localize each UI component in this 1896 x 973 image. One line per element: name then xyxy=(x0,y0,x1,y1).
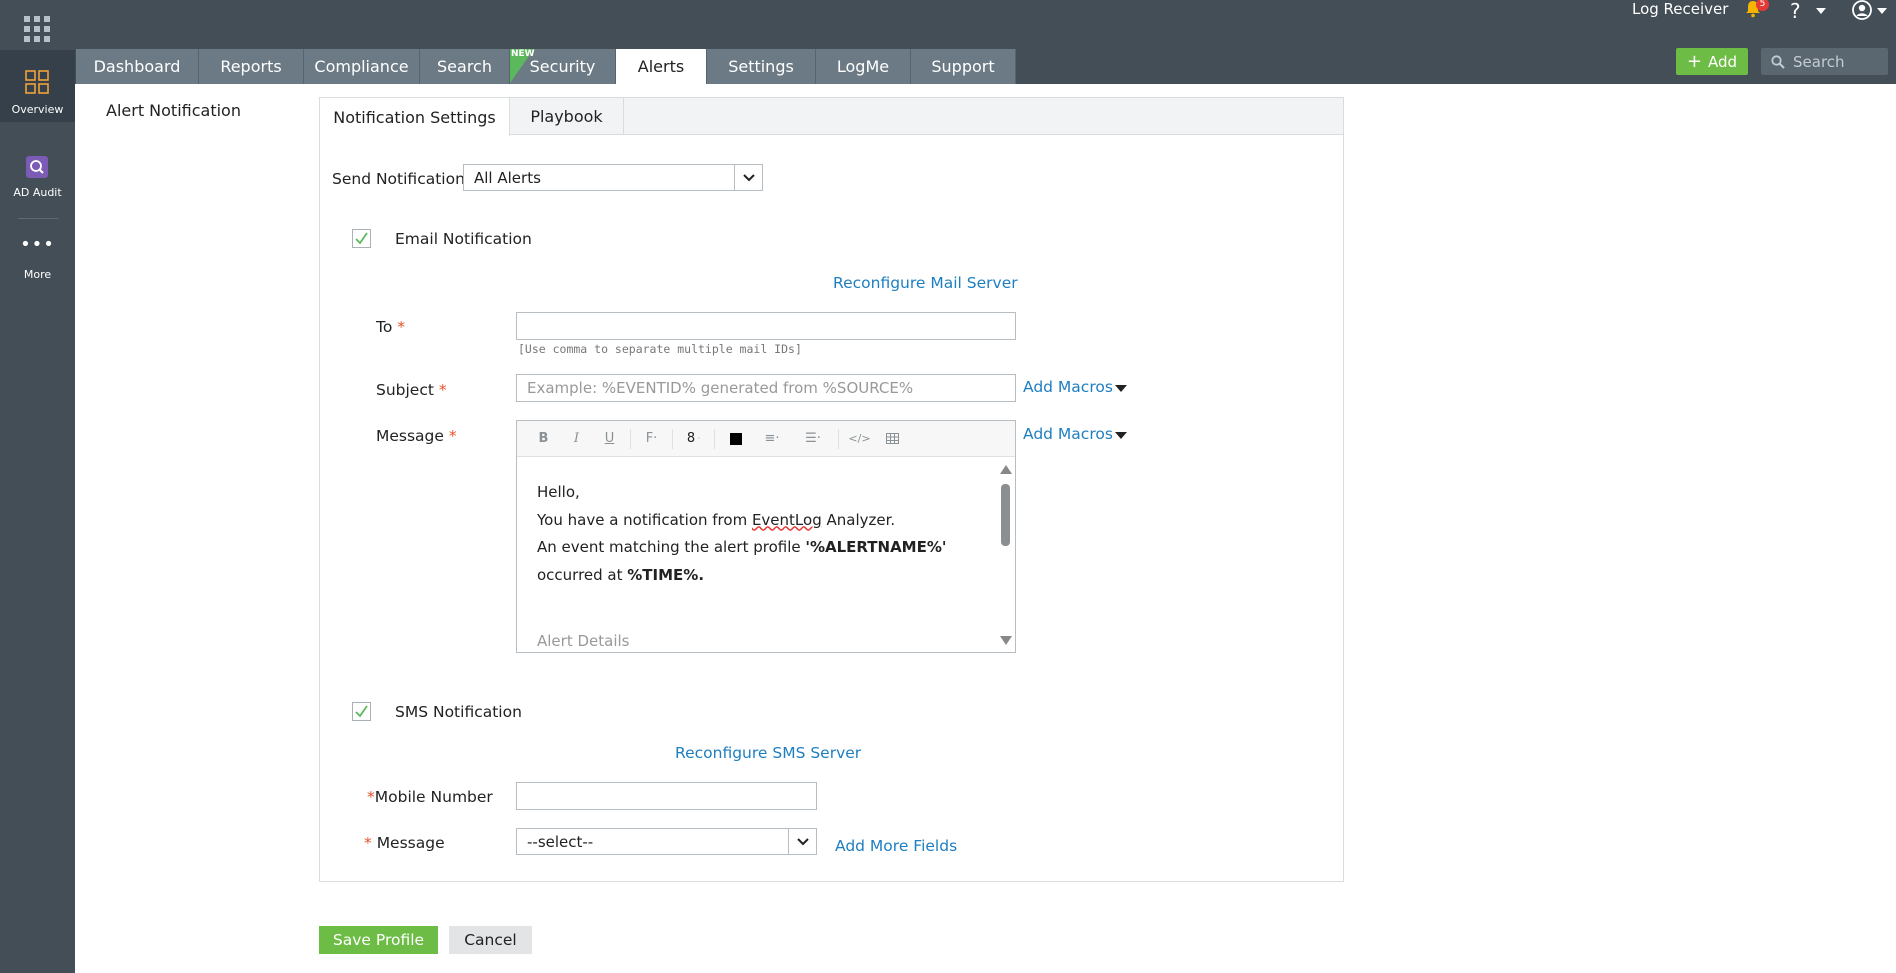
to-input[interactable] xyxy=(516,312,1016,340)
log-receiver-link[interactable]: Log Receiver xyxy=(1632,0,1728,18)
email-notification-checkbox[interactable] xyxy=(352,229,371,248)
to-label: To * xyxy=(376,318,406,336)
send-notification-select[interactable]: All Alerts xyxy=(463,164,763,191)
subject-input[interactable]: Example: %EVENTID% generated from %SOURC… xyxy=(516,374,1016,402)
text-color-icon[interactable] xyxy=(719,427,752,451)
page-title: Alert Notification xyxy=(106,101,241,120)
mobile-number-label: *Mobile Number xyxy=(367,788,493,806)
app-grid-icon[interactable] xyxy=(24,16,50,42)
scroll-down-icon[interactable] xyxy=(1000,636,1012,645)
tab-logme[interactable]: LogMe xyxy=(816,49,911,84)
help-icon[interactable]: ? xyxy=(1790,0,1801,23)
scroll-thumb[interactable] xyxy=(1001,484,1010,546)
add-button[interactable]: + Add xyxy=(1676,48,1748,75)
sidebar-item-more[interactable]: ••• More xyxy=(0,234,75,288)
sidebar-divider xyxy=(18,218,58,219)
add-macros-subject-link[interactable]: Add Macros xyxy=(1023,378,1113,396)
message-line: You have a notification from EventLog An… xyxy=(537,510,896,529)
chevron-down-icon xyxy=(788,829,816,854)
message-line: An event matching the alert profile '%AL… xyxy=(537,538,947,556)
bold-icon[interactable]: B xyxy=(527,427,560,451)
top-bar: Log Receiver 5 ? Dashboard Reports Compl… xyxy=(0,0,1896,84)
left-sidebar: Overview AD Audit ••• More xyxy=(0,50,75,973)
message-line: occurred at %TIME%. xyxy=(537,565,705,584)
tab-support[interactable]: Support xyxy=(911,49,1016,84)
sms-message-select[interactable]: --select-- xyxy=(516,828,817,855)
reconfigure-sms-server-link[interactable]: Reconfigure SMS Server xyxy=(675,744,861,762)
sms-notification-label: SMS Notification xyxy=(395,703,522,721)
tab-search[interactable]: Search xyxy=(420,49,510,84)
sms-notification-checkbox[interactable] xyxy=(352,702,371,721)
message-line: Hello, xyxy=(537,483,580,501)
font-size-select[interactable]: 8 · xyxy=(677,427,710,451)
message-editor-body[interactable]: Hello, You have a notification from Even… xyxy=(517,457,999,653)
to-hint: [Use comma to separate multiple mail IDs… xyxy=(518,342,802,356)
sidebar-item-overview[interactable]: Overview xyxy=(0,50,75,122)
new-badge: NEW xyxy=(511,49,535,59)
align-icon[interactable]: ≡· xyxy=(752,427,792,451)
email-notification-label: Email Notification xyxy=(395,230,532,248)
add-macros-message-caret-icon[interactable] xyxy=(1115,432,1127,439)
checkmark-icon xyxy=(355,232,368,245)
user-avatar-icon[interactable] xyxy=(1852,0,1872,20)
italic-icon[interactable]: I xyxy=(560,427,593,451)
reconfigure-mail-server-link[interactable]: Reconfigure Mail Server xyxy=(833,274,1018,292)
chevron-down-icon xyxy=(734,165,762,190)
message-line: Alert Details xyxy=(537,632,630,650)
checkmark-icon xyxy=(355,705,368,718)
sidebar-item-ad-audit[interactable]: AD Audit xyxy=(0,156,75,206)
message-editor[interactable]: B I U F· 8 · ≡· ☰· </> Hello, You have a… xyxy=(516,420,1016,653)
subject-label: Subject * xyxy=(376,381,447,399)
table-icon[interactable] xyxy=(876,427,909,451)
code-icon[interactable]: </> xyxy=(843,427,876,451)
save-profile-button[interactable]: Save Profile xyxy=(319,926,438,954)
search-icon xyxy=(1771,54,1785,69)
tab-compliance[interactable]: Compliance xyxy=(304,49,420,84)
tab-security[interactable]: NEW Security xyxy=(510,49,616,84)
tab-dashboard[interactable]: Dashboard xyxy=(76,49,199,84)
overview-icon xyxy=(25,70,49,94)
help-caret-icon[interactable] xyxy=(1816,8,1826,14)
send-notification-label: Send Notification xyxy=(332,170,465,188)
tab-notification-settings[interactable]: Notification Settings xyxy=(320,98,510,136)
tab-settings[interactable]: Settings xyxy=(707,49,816,84)
message-label: Message * xyxy=(376,427,457,445)
tab-reports[interactable]: Reports xyxy=(199,49,304,84)
sms-message-label: * Message xyxy=(364,834,445,852)
list-icon[interactable]: ☰· xyxy=(792,427,834,451)
panel-tabs: Notification Settings Playbook xyxy=(320,98,1343,136)
plus-icon: + xyxy=(1686,50,1703,72)
font-family-icon[interactable]: F· xyxy=(635,427,668,451)
add-macros-subject-caret-icon[interactable] xyxy=(1115,385,1127,392)
tab-playbook[interactable]: Playbook xyxy=(510,98,624,135)
global-search-input[interactable]: Search xyxy=(1761,48,1888,75)
editor-toolbar: B I U F· 8 · ≡· ☰· </> xyxy=(517,421,1015,457)
ad-audit-icon xyxy=(26,156,48,178)
editor-scrollbar[interactable] xyxy=(997,457,1015,653)
user-caret-icon[interactable] xyxy=(1877,8,1887,14)
underline-icon[interactable]: U xyxy=(593,427,626,451)
add-macros-message-link[interactable]: Add Macros xyxy=(1023,425,1113,443)
main-tabs: Dashboard Reports Compliance Search NEW … xyxy=(76,49,1016,84)
tab-alerts[interactable]: Alerts xyxy=(616,49,707,84)
add-more-fields-link[interactable]: Add More Fields xyxy=(835,837,957,855)
mobile-number-input[interactable] xyxy=(516,782,817,810)
more-icon: ••• xyxy=(20,234,55,255)
scroll-up-icon[interactable] xyxy=(1000,465,1012,474)
cancel-button[interactable]: Cancel xyxy=(449,926,532,954)
notification-count-badge: 5 xyxy=(1756,0,1769,11)
